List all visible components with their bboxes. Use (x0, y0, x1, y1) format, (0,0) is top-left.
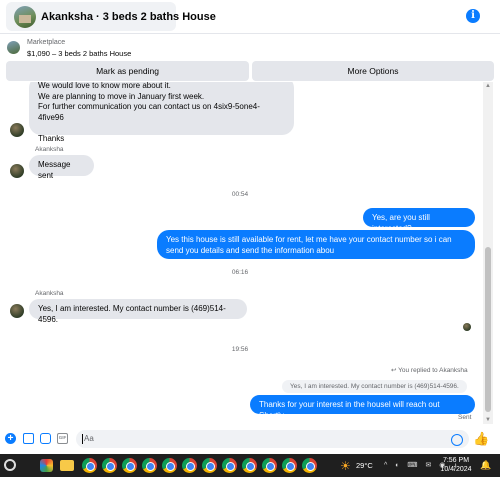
search-icon[interactable] (4, 459, 16, 471)
plus-icon[interactable]: + (5, 433, 16, 444)
chrome-icon[interactable] (162, 458, 177, 473)
quoted-message[interactable]: Yes, I am interested. My contact number … (282, 380, 467, 393)
message-line: We would love to know more about it. (38, 82, 171, 90)
conversation-title-pill[interactable]: Akanksha · 3 beds 2 baths House (6, 2, 216, 31)
emoji-icon[interactable] (451, 434, 463, 446)
avatar[interactable] (10, 304, 24, 318)
message-input-placeholder: Aa (84, 434, 94, 443)
temperature[interactable]: 29°C (356, 461, 373, 470)
chrome-icon[interactable] (202, 458, 217, 473)
info-icon[interactable]: i (466, 9, 480, 23)
conversation-header: Akanksha · 3 beds 2 baths House i (0, 0, 500, 34)
clock-date[interactable]: 10/4/2024 (437, 466, 475, 473)
more-options-button[interactable]: More Options (252, 61, 494, 81)
clock-time[interactable]: 7:56 PM (441, 457, 471, 464)
conversation-title: Akanksha · 3 beds 2 baths House (41, 11, 216, 23)
seen-indicator (463, 323, 471, 331)
sender-name: Akanksha (35, 146, 64, 153)
message-input[interactable]: Aa (76, 430, 469, 448)
message-line (38, 123, 285, 134)
message-line: For further communication you can contac… (38, 102, 260, 122)
avatar[interactable] (10, 123, 24, 137)
notification-icon[interactable]: 🔔 (480, 460, 491, 471)
gif-icon[interactable]: GIF (57, 433, 68, 444)
message-composer: + GIF Aa 👍 (0, 424, 500, 454)
chrome-icon[interactable] (82, 458, 97, 473)
chrome-icon[interactable] (142, 458, 157, 473)
chrome-icon[interactable] (102, 458, 117, 473)
chrome-icon[interactable] (222, 458, 237, 473)
file-explorer-icon[interactable] (60, 460, 74, 471)
outgoing-message-bubble[interactable]: Yes this house is still available for re… (157, 230, 475, 259)
reply-note-text: You replied to Akanksha (398, 367, 468, 374)
chrome-icon[interactable] (182, 458, 197, 473)
listing-source: Marketplace (27, 39, 66, 46)
listing-title: $1,090 – 3 beds 2 baths House (27, 49, 132, 58)
message-text: Yes, I am interested. My contact number … (38, 304, 226, 324)
listing-thumbnail (7, 41, 20, 54)
photo-icon[interactable] (23, 433, 34, 444)
listing-summary[interactable]: Marketplace $1,090 – 3 beds 2 baths Hous… (0, 34, 500, 60)
message-line: Thanks (38, 133, 65, 143)
messenger-window: Akanksha · 3 beds 2 baths House i Market… (0, 0, 500, 477)
mark-as-pending-button[interactable]: Mark as pending (6, 61, 249, 81)
reply-note: ↩ You replied to Akanksha (391, 366, 468, 374)
sent-status: Sent (458, 414, 472, 421)
house-avatar (14, 6, 36, 28)
message-text: Thanks for your interest in the housel w… (259, 400, 440, 420)
incoming-message-bubble[interactable]: Yes, I am interested. My contact number … (29, 299, 247, 324)
chrome-icon[interactable] (122, 458, 137, 473)
sticker-icon[interactable] (40, 433, 51, 444)
scrollbar[interactable]: ▲ ▼ (483, 82, 493, 424)
listing-actions: Mark as pending More Options (6, 61, 494, 81)
incoming-message-bubble[interactable]: We would love to know more about it. We … (29, 82, 294, 143)
weather-icon[interactable]: ☀ (340, 459, 351, 473)
scrollbar-thumb[interactable] (485, 247, 491, 412)
outgoing-message-bubble[interactable]: Yes, are you still interested? (363, 208, 475, 233)
timestamp: 19:56 (231, 346, 249, 353)
incoming-message-bubble[interactable]: Message sent (29, 155, 94, 180)
chrome-icon[interactable] (262, 458, 277, 473)
message-text: Message sent (38, 160, 71, 180)
message-line: We are planning to move in January first… (38, 91, 205, 101)
timestamp: 06:16 (231, 269, 249, 276)
paint-app-icon[interactable] (40, 459, 53, 472)
outgoing-message-bubble[interactable]: Thanks for your interest in the housel w… (250, 395, 475, 420)
message-list: We would love to know more about it. We … (0, 82, 482, 424)
avatar[interactable] (10, 164, 24, 178)
text-caret (82, 433, 83, 444)
scroll-down-arrow-icon[interactable]: ▼ (485, 417, 491, 423)
message-text: Yes this house is still available for re… (166, 235, 452, 255)
chrome-icon[interactable] (282, 458, 297, 473)
chrome-icon[interactable] (242, 458, 257, 473)
chrome-icon[interactable] (302, 458, 317, 473)
thumbs-up-icon[interactable]: 👍 (473, 431, 489, 447)
timestamp: 00:54 (231, 191, 249, 198)
windows-taskbar: ☀ 29°C ^ ◐ ⌨ ✉ ◉ ♪ 7:56 PM 10/4/2024 🔔 (0, 454, 500, 477)
sender-name: Akanksha (35, 290, 64, 297)
scroll-up-arrow-icon[interactable]: ▲ (485, 83, 491, 89)
